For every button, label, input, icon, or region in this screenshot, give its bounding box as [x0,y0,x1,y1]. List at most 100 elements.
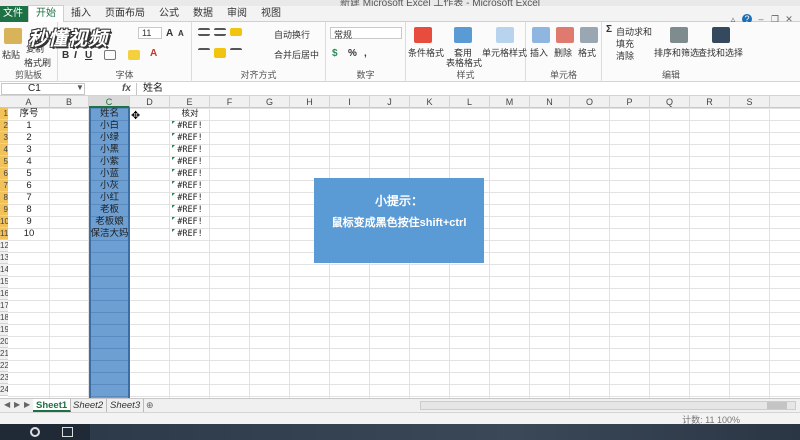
row-header[interactable]: 9 [0,204,8,216]
autosum-icon[interactable]: Σ [606,24,612,35]
row-header[interactable]: 7 [0,180,8,192]
cell-name[interactable]: 小黑 [89,144,130,156]
cell-check[interactable]: #REF! [170,192,210,204]
cell-check[interactable]: #REF! [170,156,210,168]
search-icon[interactable] [30,427,40,437]
cell-name[interactable]: 小红 [89,192,130,204]
insert-function-icon[interactable]: fx [122,83,131,94]
column-header-k[interactable]: K [410,96,450,108]
clear-button[interactable]: 清除 [616,49,634,62]
sort-filter-icon[interactable] [670,27,688,43]
sheet-tab-3[interactable]: Sheet3 [107,399,145,412]
row-header[interactable]: 20 [0,336,8,348]
column-header-r[interactable]: R [690,96,730,108]
align-right-icon[interactable] [230,48,242,58]
row-header[interactable]: 24 [0,384,8,396]
column-header-e[interactable]: E [170,96,210,108]
column-header-o[interactable]: O [570,96,610,108]
tab-view[interactable]: 视图 [254,6,288,22]
new-sheet-icon[interactable]: ⊕ [146,400,154,411]
merge-center-button[interactable]: 合并后居中 [274,48,319,61]
column-header-q[interactable]: Q [650,96,690,108]
find-select-icon[interactable] [712,27,730,43]
sheet-tab-1[interactable]: Sheet1 [33,399,72,412]
cell-seq[interactable]: 7 [8,192,50,204]
insert-cells-icon[interactable] [532,27,550,43]
row-header[interactable]: 13 [0,252,8,264]
paste-button[interactable]: 粘贴 [2,48,20,61]
column-header-m[interactable]: M [490,96,530,108]
tab-insert[interactable]: 插入 [64,6,98,22]
cell-name[interactable]: 老板娘 [89,216,130,228]
cell-check[interactable]: #REF! [170,132,210,144]
column-header-n[interactable]: N [530,96,570,108]
shrink-font-icon[interactable]: A [178,29,184,38]
row-header[interactable]: 3 [0,132,8,144]
currency-icon[interactable]: $ [332,48,338,59]
cell-check[interactable]: #REF! [170,168,210,180]
cell-seq[interactable]: 6 [8,180,50,192]
align-center-icon[interactable] [214,48,226,58]
row-header[interactable]: 2 [0,120,8,132]
tab-file[interactable]: 文件 [0,5,28,22]
cell-seq[interactable]: 3 [8,144,50,156]
row-header[interactable]: 12 [0,240,8,252]
cell-name[interactable]: 小灰 [89,180,130,192]
column-header-f[interactable]: F [210,96,250,108]
format-cells-button[interactable]: 格式 [578,46,596,59]
next-sheet-icon[interactable]: ▶ [14,400,20,409]
column-header-a[interactable]: A [8,96,50,108]
header-cell-e[interactable]: 核对 [170,108,210,120]
grow-font-icon[interactable]: A [166,28,173,39]
header-cell-c[interactable]: 姓名 [89,108,130,120]
cell-name[interactable]: 小绿 [89,132,130,144]
column-header-s[interactable]: S [730,96,770,108]
column-header-l[interactable]: L [450,96,490,108]
comma-icon[interactable]: , [364,48,367,59]
row-header[interactable]: 17 [0,300,8,312]
row-header[interactable]: 4 [0,144,8,156]
column-header-c[interactable]: C [89,96,130,108]
cell-check[interactable]: #REF! [170,204,210,216]
align-middle-icon[interactable] [214,28,226,36]
cell-seq[interactable]: 2 [8,132,50,144]
insert-cells-button[interactable]: 插入 [530,46,548,59]
number-format-select[interactable]: 常规 [330,27,402,40]
cell-name[interactable]: 小紫 [89,156,130,168]
delete-cells-button[interactable]: 删除 [554,46,572,59]
paste-icon[interactable] [4,28,22,44]
cell-name[interactable]: 小白 [89,120,130,132]
wrap-text-button[interactable]: 自动换行 [274,28,310,41]
conditional-format-icon[interactable] [414,27,432,43]
font-color-icon[interactable]: A [150,48,157,59]
row-header[interactable]: 15 [0,276,8,288]
row-header[interactable]: 19 [0,324,8,336]
column-header-g[interactable]: G [250,96,290,108]
tab-formulas[interactable]: 公式 [152,6,186,22]
delete-cells-icon[interactable] [556,27,574,43]
name-box-dropdown-icon[interactable]: ▼ [76,83,84,92]
column-header-b[interactable]: B [50,96,89,108]
row-header[interactable]: 21 [0,348,8,360]
formula-input[interactable]: 姓名 [136,83,796,95]
column-header-i[interactable]: I [330,96,370,108]
cell-check[interactable]: #REF! [170,120,210,132]
row-header[interactable]: 22 [0,360,8,372]
column-header-j[interactable]: J [370,96,410,108]
first-sheet-icon[interactable]: ◀ [4,400,10,409]
cell-styles-icon[interactable] [496,27,514,43]
row-header[interactable]: 8 [0,192,8,204]
percent-icon[interactable]: % [348,48,357,59]
tab-data[interactable]: 数据 [186,6,220,22]
row-header[interactable]: 10 [0,216,8,228]
format-table-icon[interactable] [454,27,472,43]
cell-check[interactable]: #REF! [170,228,210,240]
sort-filter-button[interactable]: 排序和筛选 [654,46,699,59]
row-header[interactable]: 6 [0,168,8,180]
align-left-icon[interactable] [198,48,210,58]
column-header-h[interactable]: H [290,96,330,108]
align-bottom-icon[interactable] [230,28,242,36]
tab-page-layout[interactable]: 页面布局 [98,6,152,22]
cell-name[interactable]: 保洁大妈 [89,228,130,240]
cell-name[interactable]: 老板 [89,204,130,216]
